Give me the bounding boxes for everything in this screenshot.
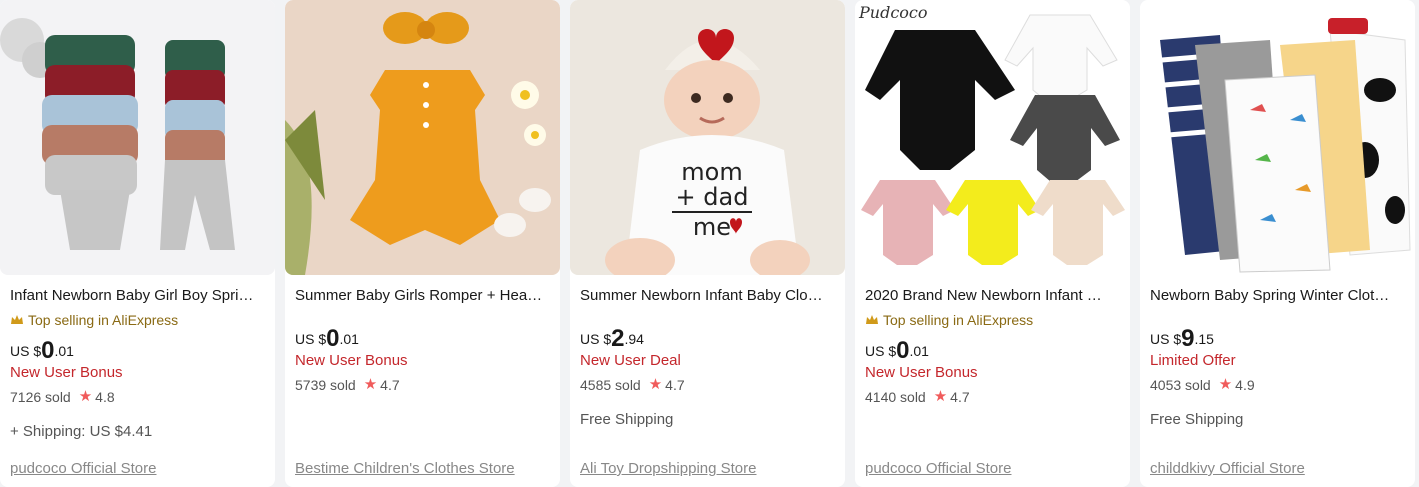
price-currency: US $ — [295, 331, 327, 347]
sold-count: 4053 sold — [1150, 377, 1211, 393]
product-card[interactable]: mom + dad me Summer Newborn Infant Baby … — [570, 0, 845, 487]
price-currency: US $ — [10, 343, 42, 359]
price-decimal: .01 — [339, 331, 359, 347]
star-icon: ★ — [78, 388, 93, 405]
shipping-info: Free Shipping — [1150, 411, 1244, 428]
shirt-text-mom: mom — [681, 158, 742, 186]
sales-rating: 4585 sold ★ 4.7 — [580, 376, 835, 394]
pudcoco-logo: Pudcoco — [858, 3, 928, 22]
sales-rating: 7126 sold ★ 4.8 — [10, 388, 265, 406]
star-icon: ★ — [363, 376, 378, 393]
store-link[interactable]: childdkivy Official Store — [1150, 460, 1305, 477]
price-decimal: .94 — [624, 331, 644, 347]
price-integer: 0 — [896, 337, 910, 364]
product-card[interactable]: Infant Newborn Baby Girl Boy Spri… Top s… — [0, 0, 275, 487]
star-icon: ★ — [1218, 376, 1233, 393]
promo-label: New User Bonus — [295, 352, 408, 369]
product-title[interactable]: Summer Newborn Infant Baby Clo… — [580, 287, 835, 305]
price-decimal: .01 — [54, 343, 74, 359]
product-title[interactable]: Newborn Baby Spring Winter Clot… — [1150, 287, 1405, 305]
shipping-info: Free Shipping — [580, 411, 674, 428]
price-decimal: .01 — [909, 343, 929, 359]
price: US $0.01 — [865, 339, 1120, 363]
promo-label: New User Bonus — [865, 364, 978, 381]
sold-count: 4585 sold — [580, 377, 641, 393]
top-selling-badge: Top selling in AliExpress — [10, 311, 265, 329]
price-decimal: .15 — [1194, 331, 1214, 347]
store-link[interactable]: pudcoco Official Store — [10, 460, 156, 477]
rating-value: 4.7 — [665, 377, 685, 393]
product-card[interactable]: Summer Baby Girls Romper + Hea… US $0.01… — [285, 0, 560, 487]
price-integer: 0 — [41, 337, 55, 364]
price-currency: US $ — [1150, 331, 1182, 347]
product-title[interactable]: Summer Baby Girls Romper + Hea… — [295, 287, 550, 305]
sold-count: 4140 sold — [865, 389, 926, 405]
price-integer: 9 — [1181, 325, 1195, 352]
top-selling-badge: Top selling in AliExpress — [865, 311, 1120, 329]
product-card[interactable]: Newborn Baby Spring Winter Clot… US $9.1… — [1140, 0, 1415, 487]
store-link[interactable]: Ali Toy Dropshipping Store — [580, 460, 756, 477]
shirt-text-dad: + dad — [676, 183, 749, 211]
product-card[interactable]: Pudcoco 2020 Brand New Newborn Infant … … — [855, 0, 1130, 487]
sold-count: 5739 sold — [295, 377, 356, 393]
product-image[interactable]: mom + dad me — [570, 0, 845, 275]
price-currency: US $ — [580, 331, 612, 347]
rating-value: 4.7 — [380, 377, 400, 393]
product-image[interactable]: Pudcoco — [855, 0, 1130, 275]
rating-value: 4.8 — [95, 389, 115, 405]
product-title[interactable]: Infant Newborn Baby Girl Boy Spri… — [10, 287, 265, 305]
sold-count: 7126 sold — [10, 389, 71, 405]
product-grid: Infant Newborn Baby Girl Boy Spri… Top s… — [0, 0, 1419, 487]
store-link[interactable]: Bestime Children's Clothes Store — [295, 460, 515, 477]
sales-rating: 4053 sold ★ 4.9 — [1150, 376, 1405, 394]
product-image[interactable] — [1140, 0, 1415, 275]
promo-label: New User Deal — [580, 352, 681, 369]
badge-label: Top selling in AliExpress — [28, 312, 179, 328]
sales-rating: 4140 sold ★ 4.7 — [865, 388, 1120, 406]
price: US $9.15 — [1150, 327, 1405, 351]
store-link[interactable]: pudcoco Official Store — [865, 460, 1011, 477]
promo-label: New User Bonus — [10, 364, 123, 381]
product-image[interactable] — [0, 0, 275, 275]
star-icon: ★ — [648, 376, 663, 393]
price-integer: 0 — [326, 325, 340, 352]
rating-value: 4.9 — [1235, 377, 1255, 393]
shirt-text-me: me — [693, 213, 731, 241]
sales-rating: 5739 sold ★ 4.7 — [295, 376, 550, 394]
star-icon: ★ — [933, 388, 948, 405]
product-image[interactable] — [285, 0, 560, 275]
badge-label: Top selling in AliExpress — [883, 312, 1034, 328]
price-currency: US $ — [865, 343, 897, 359]
promo-label: Limited Offer — [1150, 352, 1236, 369]
crown-icon — [866, 315, 878, 324]
price-integer: 2 — [611, 325, 625, 352]
crown-icon — [11, 315, 23, 324]
shipping-info: + Shipping: US $4.41 — [10, 423, 153, 440]
price: US $0.01 — [295, 327, 550, 351]
product-title[interactable]: 2020 Brand New Newborn Infant … — [865, 287, 1120, 305]
rating-value: 4.7 — [950, 389, 970, 405]
price: US $2.94 — [580, 327, 835, 351]
price: US $0.01 — [10, 339, 265, 363]
